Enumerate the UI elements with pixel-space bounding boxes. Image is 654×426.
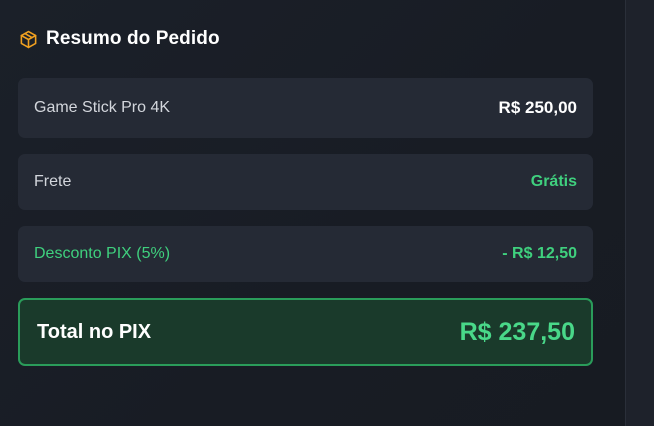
shipping-line-item: Frete Grátis [18, 154, 593, 210]
right-side-panel [625, 0, 654, 426]
total-pix-box: Total no PIX R$ 237,50 [18, 298, 593, 366]
total-value: R$ 237,50 [459, 317, 575, 346]
total-label: Total no PIX [37, 320, 152, 343]
discount-label: Desconto PIX (5%) [34, 245, 171, 262]
product-name: Game Stick Pro 4K [34, 99, 171, 116]
shipping-value: Grátis [530, 173, 577, 190]
shipping-label: Frete [34, 173, 72, 190]
order-summary-title: Resumo do Pedido [46, 28, 220, 49]
discount-value: - R$ 12,50 [502, 245, 577, 262]
discount-line-item: Desconto PIX (5%) - R$ 12,50 [18, 226, 593, 282]
product-price: R$ 250,00 [498, 98, 577, 117]
product-line-item: Game Stick Pro 4K R$ 250,00 [18, 78, 593, 138]
order-summary-header: Resumo do Pedido [18, 28, 220, 50]
package-icon [18, 29, 38, 49]
order-summary-panel: Resumo do Pedido Game Stick Pro 4K R$ 25… [0, 0, 625, 426]
